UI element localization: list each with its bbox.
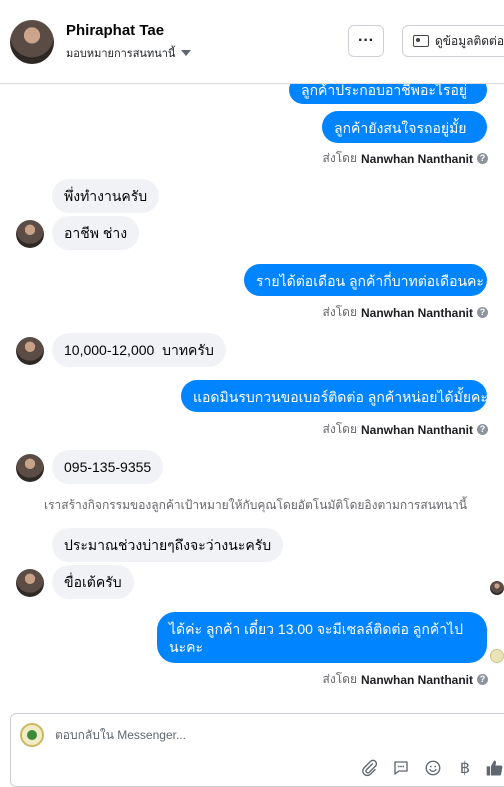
message-thread[interactable]: ลูกค้าประกอบอาชีพอะไรอยู่คะ ลูกค้ายังสนใ…: [0, 84, 504, 710]
message-incoming: อาชีพ ช่าง: [52, 216, 140, 250]
info-icon[interactable]: ?: [477, 153, 488, 164]
message-outgoing: ลูกค้ายังสนใจรถอยู่มั้ยคะ: [322, 111, 487, 154]
message-incoming: ขื่อเต้ครับ: [52, 565, 134, 599]
message-outgoing: แอดมินรบกวนขอเบอร์ติดต่อ ลูกค้าหน่อยได้ม…: [181, 380, 488, 412]
caret-down-icon: [181, 50, 192, 56]
contact-card-icon: [413, 35, 429, 47]
view-contact-button[interactable]: ดูข้อมูลติดต่อ: [402, 25, 504, 57]
info-icon[interactable]: ?: [477, 307, 488, 318]
ellipsis-icon: ···: [358, 32, 374, 49]
message-incoming: ประมาณช่วงบ่ายๆถึงจะว่างนะครับ: [52, 528, 284, 562]
sent-by-line: ส่งโดย Nanwhan Nanthanit ?: [323, 149, 488, 168]
agent-name: Nanwhan Nanthanit: [360, 305, 473, 320]
message-incoming: 095-135-9355: [52, 450, 164, 484]
attachment-icon[interactable]: [359, 758, 379, 778]
agent-name: Nanwhan Nanthanit: [360, 672, 473, 687]
customer-avatar-small: [16, 454, 44, 482]
sent-by-line: ส่งโดย Nanwhan Nanthanit ?: [323, 303, 488, 322]
message-incoming: 10,000-12,000 บาทครับ: [52, 333, 226, 367]
message-outgoing: รายได้ต่อเดือน ลูกค้ากี่บาทต่อเดือนคะ: [244, 264, 487, 296]
view-contact-label: ดูข้อมูลติดต่อ: [435, 33, 504, 48]
page-avatar: [20, 723, 44, 747]
seen-by-customer-avatar: [490, 581, 504, 595]
info-icon[interactable]: ?: [477, 424, 488, 435]
customer-avatar-small: [16, 569, 44, 597]
agent-name: Nanwhan Nanthanit: [360, 422, 473, 437]
sent-by-line: ส่งโดย Nanwhan Nanthanit ?: [323, 420, 488, 439]
sent-by-line: ส่งโดย Nanwhan Nanthanit ?: [323, 670, 488, 689]
reply-composer: ฿: [10, 713, 504, 787]
saved-reply-icon[interactable]: [391, 758, 411, 778]
emoji-icon[interactable]: [423, 758, 443, 778]
customer-avatar-small: [16, 337, 44, 365]
more-options-button[interactable]: ···: [348, 25, 384, 57]
message-outgoing: ได้ค่ะ ลูกค้า เดี๋ยว 13.00 จะมีเซลล์ติดต…: [157, 612, 487, 663]
baht-icon[interactable]: ฿: [455, 758, 475, 778]
assign-conversation-dropdown[interactable]: มอบหมายการสนทนานี้: [66, 44, 192, 62]
agent-name: Nanwhan Nanthanit: [360, 151, 473, 166]
message-outgoing: ลูกค้าประกอบอาชีพอะไรอยู่คะ: [289, 84, 487, 116]
assign-label: มอบหมายการสนทนานี้: [66, 48, 176, 60]
thumbs-up-icon[interactable]: [485, 758, 504, 778]
page-avatar-mini: [490, 649, 504, 663]
customer-avatar-small: [16, 220, 44, 248]
message-incoming: พึ่งทำงานครับ: [52, 179, 160, 213]
customer-avatar[interactable]: [10, 20, 54, 64]
reply-input[interactable]: [55, 728, 355, 742]
customer-name[interactable]: Phiraphat Tae: [66, 22, 164, 39]
system-note: เราสร้างกิจกรรมของลูกค้าเป้าหมายให้กับคุ…: [44, 498, 467, 512]
info-icon[interactable]: ?: [477, 674, 488, 685]
conversation-header: Phiraphat Tae มอบหมายการสนทนานี้ ··· ดูข…: [0, 0, 504, 84]
